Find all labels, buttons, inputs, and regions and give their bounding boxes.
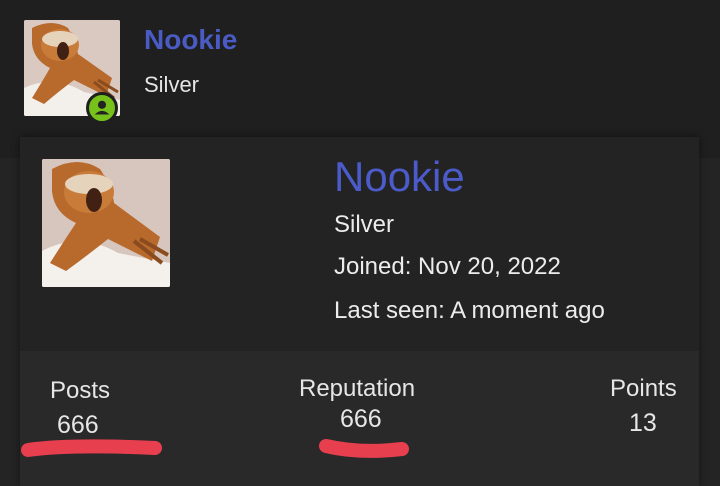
profile-joined-date: Joined: Nov 20, 2022 [334,253,561,280]
header-username-link[interactable]: Nookie [144,24,237,56]
red-redaction-mark [319,439,409,458]
user-online-icon [94,100,110,115]
points-count: 13 [629,409,657,437]
reputation-label: Reputation [299,375,416,402]
profile-last-seen: Last seen: A moment ago [334,297,605,324]
profile-username-link[interactable]: Nookie [334,153,465,201]
red-redaction-mark [21,439,162,457]
sloth-avatar-icon [42,159,170,287]
points-label: Points [610,375,677,402]
posts-label: Posts [50,377,111,404]
online-status-icon [86,92,118,124]
reputation-count: 666 [340,405,382,433]
profile-rank: Silver [334,211,395,238]
profile-card-header: Nookie Silver Joined: Nov 20, 2022 Last … [20,137,699,351]
header-rank: Silver [144,72,200,97]
profile-avatar[interactable] [42,159,170,287]
